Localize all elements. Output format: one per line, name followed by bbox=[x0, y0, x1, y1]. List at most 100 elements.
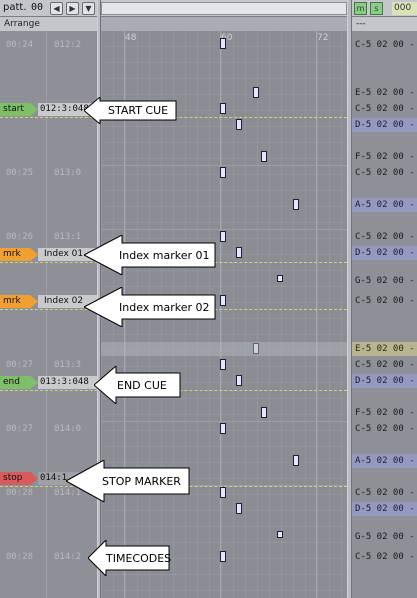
next-pattern-button[interactable]: ▶ bbox=[66, 2, 79, 15]
timecode-seconds: 00:25 bbox=[6, 168, 34, 178]
timecode-seconds: 00:28 bbox=[6, 488, 34, 498]
pattern-row[interactable]: G-5 02 00 - bbox=[352, 274, 417, 288]
arrange-window: { "topbar":{"pattern_label":"patt.","pat… bbox=[0, 0, 417, 598]
note-block[interactable] bbox=[220, 38, 226, 49]
pattern-row[interactable]: E-5 02 00 - bbox=[352, 86, 417, 100]
pattern-row[interactable]: G-5 02 00 - bbox=[352, 530, 417, 544]
note-block[interactable] bbox=[236, 375, 242, 386]
stop-marker-callout: STOP MARKER bbox=[66, 460, 190, 502]
pattern-row[interactable]: F-5 02 00 - bbox=[352, 150, 417, 164]
note-block[interactable] bbox=[293, 199, 299, 210]
pattern-row[interactable]: A-5 02 00 - bbox=[352, 454, 417, 468]
ruler-tick-label: 72 bbox=[317, 33, 329, 43]
marker-position: 013:3:048 bbox=[38, 376, 97, 389]
timecode-position: 013:1 bbox=[54, 232, 82, 242]
prev-pattern-button[interactable]: ◀ bbox=[50, 2, 63, 15]
solo-button[interactable]: s bbox=[370, 2, 383, 15]
pattern-row[interactable]: A-5 02 00 - bbox=[352, 198, 417, 212]
start-cue-marker[interactable]: start 012:3:048 bbox=[0, 103, 97, 116]
note-block[interactable] bbox=[220, 487, 226, 498]
note-block[interactable] bbox=[277, 275, 283, 282]
note-block[interactable] bbox=[220, 551, 226, 562]
callout-label: Index marker 01 bbox=[119, 248, 210, 262]
value-field[interactable]: 000 bbox=[392, 2, 417, 15]
callout-label: Index marker 02 bbox=[119, 300, 210, 314]
timecode-position: 013:0 bbox=[54, 168, 82, 178]
chevron-down-icon: ▼ bbox=[85, 4, 92, 13]
note-block[interactable] bbox=[220, 231, 226, 242]
note-block[interactable] bbox=[236, 503, 242, 514]
timecode-seconds: 00:27 bbox=[6, 360, 34, 370]
note-block[interactable] bbox=[236, 247, 242, 258]
mute-button[interactable]: m bbox=[354, 2, 367, 15]
marker-tag: stop bbox=[0, 472, 38, 485]
pattern-label: patt. bbox=[3, 2, 27, 13]
end-cue-callout: END CUE bbox=[94, 366, 181, 404]
callout-label: STOP MARKER bbox=[102, 474, 181, 488]
pattern-row-cursor[interactable]: E-5 02 00 - bbox=[352, 342, 417, 356]
marker-tag: end bbox=[0, 376, 38, 389]
start-cue-callout: START CUE bbox=[84, 97, 177, 124]
timecodes-callout: TIMECODES bbox=[88, 540, 172, 576]
pattern-row[interactable]: D-5 02 00 - bbox=[352, 118, 417, 132]
note-block[interactable] bbox=[236, 119, 242, 130]
marker-tag: mrk bbox=[0, 248, 38, 261]
pattern-menu-button[interactable]: ▼ bbox=[82, 2, 95, 15]
pattern-row[interactable]: D-5 02 00 - bbox=[352, 246, 417, 260]
pattern-toolbar: patt. 00 ◀ ▶ ▼ m s 000 bbox=[0, 0, 417, 17]
note-block[interactable] bbox=[220, 103, 226, 114]
pattern-row[interactable]: C-5 02 00 - bbox=[352, 358, 417, 372]
index-02-callout: Index marker 02 bbox=[84, 287, 216, 327]
timecode-position: 014:2 bbox=[54, 552, 82, 562]
pattern-number[interactable]: 00 bbox=[31, 2, 43, 13]
pattern-row[interactable]: D-5 02 00 - bbox=[352, 502, 417, 516]
pattern-row[interactable]: C-5 02 00 - bbox=[352, 550, 417, 564]
bar-line bbox=[101, 229, 347, 230]
pattern-row[interactable]: D-5 02 00 - bbox=[352, 374, 417, 388]
ruler-tick-label: 48 bbox=[125, 33, 137, 43]
timecode-seconds: 00:28 bbox=[6, 552, 34, 562]
note-block[interactable] bbox=[220, 423, 226, 434]
pattern-row[interactable]: C-5 02 00 - bbox=[352, 422, 417, 436]
pattern-row[interactable]: C-5 02 00 - bbox=[352, 294, 417, 308]
note-block[interactable] bbox=[220, 295, 226, 306]
pattern-row[interactable]: C-5 02 00 - bbox=[352, 166, 417, 180]
bar-line bbox=[101, 165, 347, 166]
pattern-editor[interactable]: C-5 02 00 - E-5 02 00 - C-5 02 00 - D-5 … bbox=[352, 31, 417, 598]
callout-label: START CUE bbox=[108, 104, 169, 117]
note-block[interactable] bbox=[261, 407, 267, 418]
note-block[interactable] bbox=[277, 531, 283, 538]
bar-line bbox=[101, 421, 347, 422]
pattern-row[interactable]: C-5 02 00 - bbox=[352, 486, 417, 500]
index-01-callout: Index marker 01 bbox=[84, 235, 216, 275]
index-marker-02[interactable]: mrk Index 02 bbox=[0, 295, 97, 308]
pattern-header: --- bbox=[352, 17, 417, 31]
note-block[interactable] bbox=[253, 87, 259, 98]
end-cue-marker[interactable]: end 013:3:048 bbox=[0, 376, 97, 389]
note-block[interactable] bbox=[293, 455, 299, 466]
timecode-position: 013:3 bbox=[54, 360, 82, 370]
timecode-seconds: 00:24 bbox=[6, 40, 34, 50]
timecode-seconds: 00:26 bbox=[6, 232, 34, 242]
pattern-row[interactable]: C-5 02 00 - bbox=[352, 38, 417, 52]
timecode-position: 012:2 bbox=[54, 40, 82, 50]
arrow-right-icon: ▶ bbox=[69, 4, 76, 13]
note-block[interactable] bbox=[220, 167, 226, 178]
callout-label: END CUE bbox=[117, 378, 167, 392]
pattern-row[interactable]: F-5 02 00 - bbox=[352, 406, 417, 420]
timeline-header bbox=[101, 17, 347, 31]
note-block[interactable] bbox=[261, 151, 267, 162]
pattern-name-field[interactable] bbox=[101, 2, 347, 15]
marker-tag: start bbox=[0, 103, 38, 116]
arrow-left-icon: ◀ bbox=[53, 4, 60, 13]
pattern-row[interactable]: C-5 02 00 - bbox=[352, 102, 417, 116]
cursor-row bbox=[101, 342, 347, 356]
arrange-title: Arrange bbox=[0, 17, 97, 31]
index-marker-01[interactable]: mrk Index 01 bbox=[0, 248, 97, 261]
marker-tag: mrk bbox=[0, 295, 38, 308]
timecode-seconds: 00:27 bbox=[6, 424, 34, 434]
callout-label: TIMECODES bbox=[106, 551, 172, 565]
pattern-row[interactable]: C-5 02 00 - bbox=[352, 230, 417, 244]
note-block[interactable] bbox=[220, 359, 226, 370]
timecode-position: 014:0 bbox=[54, 424, 82, 434]
